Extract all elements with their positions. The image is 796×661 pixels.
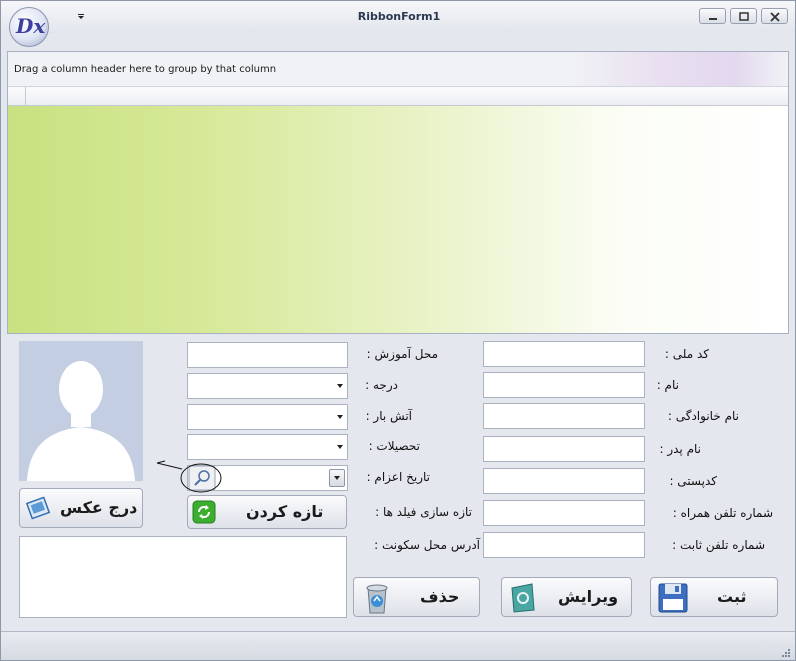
insert-photo-button[interactable]: درج عکس xyxy=(19,488,143,528)
dispatch-date-label: تاریخ اعزام : xyxy=(366,470,430,484)
data-grid[interactable]: Drag a column header here to group by th… xyxy=(7,51,789,334)
first-name-label: نام : xyxy=(656,378,679,392)
grid-body[interactable] xyxy=(8,106,788,333)
hand-drawn-annotation xyxy=(156,460,222,493)
resize-grip-icon[interactable] xyxy=(781,648,791,658)
row-indicator-header xyxy=(8,87,26,105)
group-by-hint: Drag a column header here to group by th… xyxy=(14,64,277,75)
education-label: تحصیلات : xyxy=(368,439,420,453)
photo-icon xyxy=(25,494,52,526)
quick-access-dropdown-icon[interactable] xyxy=(75,9,87,21)
refresh-button[interactable]: تازه کردن xyxy=(187,495,347,529)
status-bar xyxy=(1,631,795,660)
chevron-down-icon[interactable] xyxy=(337,445,343,449)
father-name-input[interactable] xyxy=(483,436,645,462)
save-button[interactable]: ثبت xyxy=(650,577,778,617)
edit-label: ویرایش xyxy=(558,587,619,606)
save-label: ثبت xyxy=(717,587,747,606)
window-title: RibbonForm1 xyxy=(357,10,441,23)
date-dropdown-button[interactable] xyxy=(329,469,345,487)
chevron-down-icon[interactable] xyxy=(337,415,343,419)
postal-code-label: کدپستی : xyxy=(669,474,717,488)
person-silhouette-icon xyxy=(27,361,135,481)
postal-code-input[interactable] xyxy=(483,468,645,494)
mobile-input[interactable] xyxy=(483,500,645,526)
training-place-input[interactable] xyxy=(187,342,348,368)
last-name-input[interactable] xyxy=(483,403,645,429)
first-name-input[interactable] xyxy=(483,372,645,398)
column-header-row[interactable] xyxy=(8,87,788,106)
phone-label: شماره تلفن ثابت : xyxy=(672,538,765,552)
edit-button[interactable]: ویرایش xyxy=(501,577,632,617)
fire-station-label: آتش بار : xyxy=(365,409,412,423)
close-button[interactable] xyxy=(761,8,788,24)
fire-station-combo[interactable] xyxy=(187,404,348,430)
national-code-input[interactable] xyxy=(483,341,645,367)
refresh-icon xyxy=(192,500,216,528)
chevron-down-icon[interactable] xyxy=(337,384,343,388)
recycle-bin-icon xyxy=(362,580,392,620)
last-name-label: نام خانوادگی : xyxy=(667,409,739,423)
father-name-label: نام پدر : xyxy=(659,442,701,456)
title-bar: RibbonForm1 xyxy=(1,1,795,33)
delete-label: حذف xyxy=(420,587,460,606)
profile-photo xyxy=(19,341,143,481)
refresh-fields-label: تازه سازی فیلد ها : xyxy=(375,505,472,519)
rank-label: درجه : xyxy=(365,378,398,392)
floppy-disk-icon xyxy=(657,582,689,618)
edit-icon xyxy=(508,582,538,618)
national-code-label: کد ملی : xyxy=(664,347,709,361)
app-logo-text: Dx xyxy=(16,14,46,38)
rank-combo[interactable] xyxy=(187,373,348,399)
training-place-label: محل آموزش : xyxy=(366,347,438,361)
insert-photo-label: درج عکس xyxy=(60,498,138,517)
education-combo[interactable] xyxy=(187,434,348,460)
refresh-label: تازه کردن xyxy=(246,502,324,521)
delete-button[interactable]: حذف xyxy=(353,577,480,617)
app-menu-button[interactable]: Dx xyxy=(9,7,49,47)
mobile-label: شماره تلفن همراه : xyxy=(672,506,773,520)
maximize-button[interactable] xyxy=(730,8,757,24)
phone-input[interactable] xyxy=(483,532,645,558)
group-by-panel[interactable]: Drag a column header here to group by th… xyxy=(8,52,788,87)
main-window: RibbonForm1 Dx Drag a column header here… xyxy=(0,0,796,661)
address-label: آدرس محل سکونت : xyxy=(374,538,480,552)
address-memo[interactable] xyxy=(19,536,347,618)
minimize-button[interactable] xyxy=(699,8,726,24)
